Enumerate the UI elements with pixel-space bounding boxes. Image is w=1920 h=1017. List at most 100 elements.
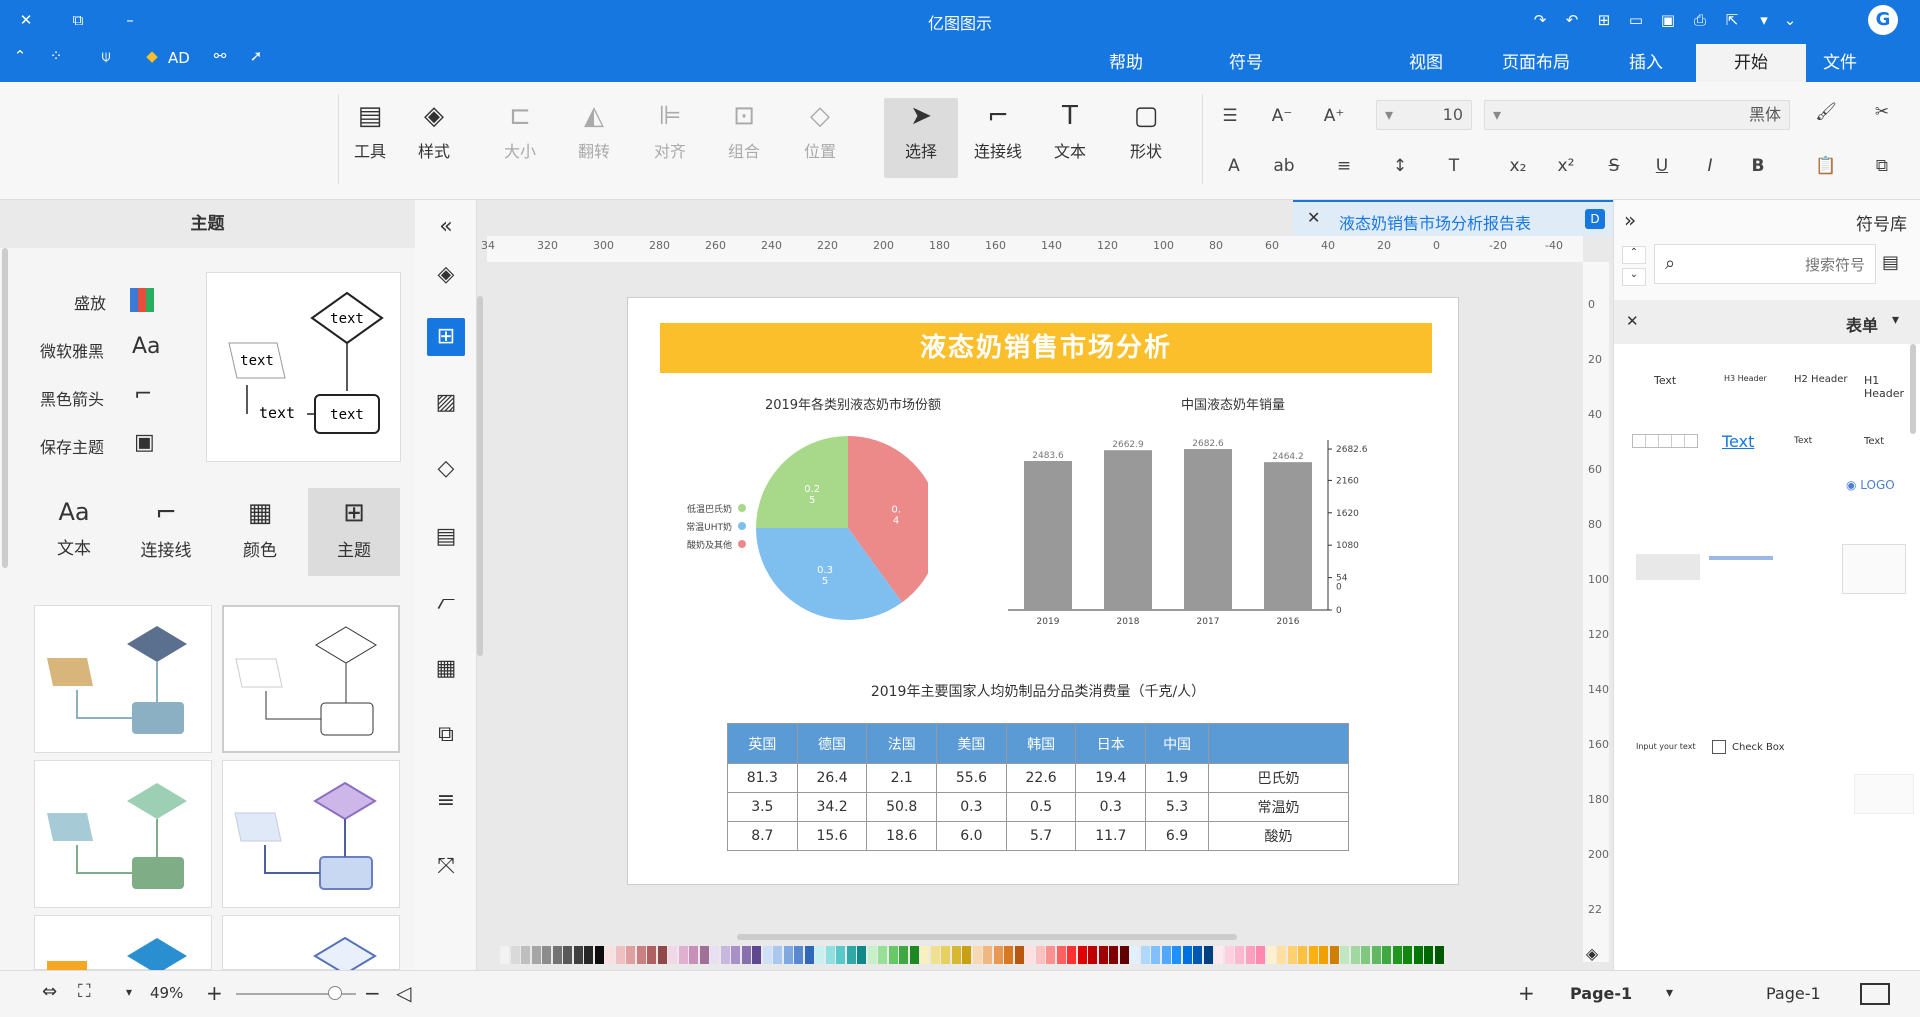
color-swatch[interactable] [647, 946, 656, 964]
collapse-left-icon[interactable]: « [427, 208, 465, 246]
table-icon[interactable]: ▦ [427, 650, 465, 688]
library-icon[interactable]: ▤ [1882, 252, 1899, 273]
color-swatch[interactable] [699, 946, 709, 964]
library-icon[interactable]: ⧉ [427, 716, 465, 754]
color-swatch[interactable] [920, 946, 929, 964]
underline-icon[interactable]: U [1648, 152, 1676, 180]
color-swatch[interactable] [615, 946, 625, 964]
color-swatch[interactable] [951, 946, 961, 964]
list-icon[interactable]: ≡ [1330, 152, 1358, 180]
color-swatch[interactable] [510, 946, 520, 964]
color-swatch[interactable] [888, 946, 898, 964]
color-swatch[interactable] [1214, 946, 1223, 964]
symbol-h3-header[interactable]: H3 Header [1724, 374, 1767, 383]
zoom-in-icon[interactable]: + [206, 981, 223, 1005]
color-swatch[interactable] [531, 946, 541, 964]
color-swatch[interactable] [1287, 946, 1297, 964]
color-swatch[interactable] [573, 946, 583, 964]
export-icon[interactable]: ⇱ [1720, 8, 1744, 32]
color-swatch[interactable] [1434, 946, 1444, 964]
symbol-checkbox[interactable]: Check Box [1732, 742, 1785, 753]
color-swatch[interactable] [731, 946, 740, 964]
color-swatch[interactable] [815, 946, 824, 964]
text-format-icon[interactable]: T [1440, 152, 1468, 180]
color-swatch[interactable] [1193, 946, 1202, 964]
chart-icon[interactable]: ⦧ [427, 584, 465, 622]
color-swatch[interactable] [521, 946, 530, 964]
image-icon[interactable]: ▨ [427, 384, 465, 422]
color-swatch[interactable] [678, 946, 688, 964]
symbol-table[interactable] [1632, 434, 1698, 448]
ad-label[interactable]: AD [168, 49, 190, 67]
color-swatch[interactable] [1298, 946, 1307, 964]
document-tab[interactable]: ✕ 液态奶销售市场分析报告表 D [1293, 200, 1613, 236]
color-swatch[interactable] [1098, 946, 1108, 964]
color-swatch[interactable] [762, 946, 772, 964]
apps-icon[interactable]: ⁘ [44, 44, 68, 68]
panel-scrollbar[interactable] [2, 248, 8, 568]
fit-width-icon[interactable]: ⇔ [42, 981, 57, 1002]
canvas-vscrollbar[interactable] [477, 296, 483, 656]
color-swatch[interactable] [1350, 946, 1360, 964]
new-icon[interactable]: ⊞ [1592, 8, 1616, 32]
restore-icon[interactable]: ⧉ [64, 6, 92, 34]
tab-view[interactable]: 视图 [1386, 44, 1466, 82]
color-swatch[interactable] [1172, 946, 1181, 964]
symbol-text-3[interactable]: Text [1794, 436, 1812, 446]
collapse-right-icon[interactable]: » [1624, 208, 1636, 232]
symbol-form-card[interactable] [1842, 544, 1906, 594]
collapse-icon[interactable]: ⌃ [8, 44, 32, 68]
fill-icon[interactable]: ◈ [427, 256, 465, 294]
color-swatch[interactable] [752, 946, 761, 964]
option-bloom[interactable]: 盛放 [40, 286, 190, 316]
page-view-icon[interactable] [1860, 983, 1890, 1005]
italic-icon[interactable]: I [1696, 152, 1724, 180]
save-icon[interactable]: ▣ [1656, 8, 1680, 32]
font-name-select[interactable]: 黑体 ▾ [1484, 100, 1790, 130]
color-swatch[interactable] [1119, 946, 1129, 964]
color-swatch[interactable] [1424, 946, 1433, 964]
color-swatch[interactable] [1224, 946, 1234, 964]
symbol-h2-header[interactable]: H2 Header [1794, 374, 1847, 385]
color-swatch[interactable] [1413, 946, 1423, 964]
page-label[interactable]: Page-1 [1766, 984, 1821, 1003]
text-button[interactable]: T 文本 [1042, 98, 1098, 178]
zoom-dropdown-icon[interactable]: ▾ [126, 985, 132, 999]
option-font[interactable]: Aa 微软雅黑 [40, 334, 190, 364]
color-swatch[interactable] [930, 946, 940, 964]
more-icon[interactable]: ⌄ [1778, 8, 1802, 32]
color-swatch[interactable] [867, 946, 877, 964]
case-icon[interactable]: ab [1270, 152, 1298, 180]
color-swatch[interactable] [1067, 946, 1076, 964]
zoom-out-icon[interactable]: − [364, 981, 381, 1005]
color-swatch[interactable] [878, 946, 887, 964]
outline-icon[interactable]: ≡ [427, 782, 465, 820]
color-swatch[interactable] [1025, 946, 1034, 964]
symbol-search-input[interactable] [1695, 253, 1865, 277]
color-swatch[interactable] [1046, 946, 1055, 964]
symbol-text-2[interactable]: Text [1864, 436, 1884, 447]
symbol-logo[interactable]: ◉ LOGO [1846, 478, 1904, 504]
theme-thumb-2[interactable] [222, 605, 400, 753]
tab-symbol[interactable]: 符号 [1206, 44, 1286, 82]
color-swatch[interactable] [846, 946, 856, 964]
color-swatch[interactable] [783, 946, 793, 964]
tab-page-layout[interactable]: 页面布局 [1486, 44, 1586, 82]
position-button[interactable]: ◇ 位置 [792, 98, 848, 178]
up-icon[interactable]: ⌃ [1622, 246, 1646, 264]
color-swatch[interactable] [794, 946, 803, 964]
color-swatch[interactable] [1056, 946, 1066, 964]
color-swatch[interactable] [1266, 946, 1276, 964]
canvas-hscrollbar[interactable] [737, 934, 1237, 940]
color-swatch[interactable] [1256, 946, 1265, 964]
share-icon[interactable]: ⚯ [208, 44, 232, 68]
color-swatch[interactable] [1308, 946, 1318, 964]
page-tab[interactable]: Page-1 [1570, 984, 1632, 1003]
strikethrough-icon[interactable]: S [1600, 152, 1628, 180]
page-icon[interactable]: ▤ [427, 518, 465, 556]
option-save-theme[interactable]: ▣ 保存主题 [40, 430, 190, 460]
color-swatch[interactable] [1004, 946, 1013, 964]
color-swatch[interactable] [1077, 946, 1087, 964]
color-swatch[interactable] [1151, 946, 1160, 964]
color-swatch[interactable] [542, 946, 551, 964]
